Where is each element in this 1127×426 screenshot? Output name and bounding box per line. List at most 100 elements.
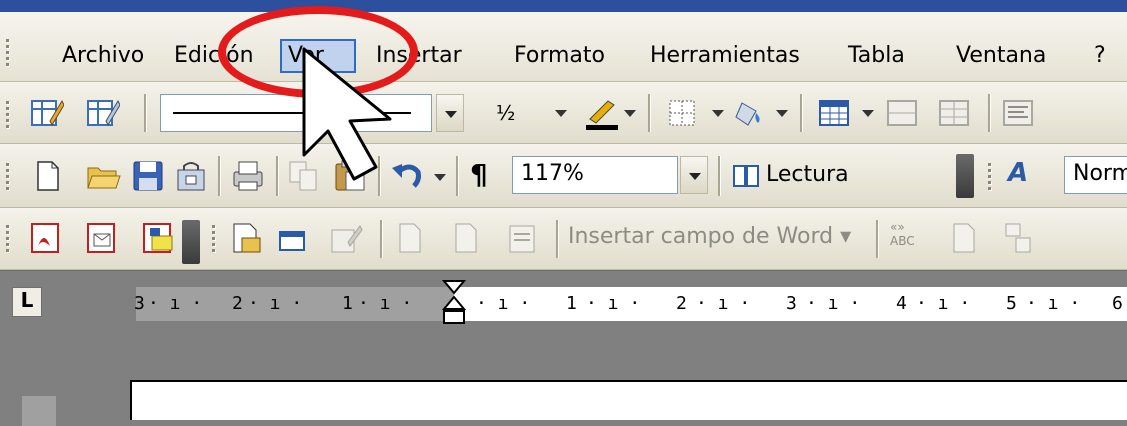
- separator: [456, 156, 458, 196]
- separator: [276, 156, 278, 196]
- insert-merge-fields-icon: [504, 220, 540, 256]
- menu-tabla[interactable]: Tabla: [842, 39, 911, 73]
- ruler-dots: · ı ·: [696, 293, 751, 314]
- ruler-dots: · ı ·: [806, 293, 861, 314]
- convert-to-pdf-icon[interactable]: [28, 220, 64, 256]
- insert-table-dropdown[interactable]: [860, 110, 874, 118]
- ruler-tick: 2: [232, 293, 243, 314]
- insert-address-block-icon: [392, 220, 428, 256]
- menu-formato[interactable]: Formato: [508, 39, 611, 73]
- menu-herramientas[interactable]: Herramientas: [644, 39, 806, 73]
- mouse-pointer-icon: [302, 47, 392, 181]
- view-merged-data-icon: «» ABC: [890, 220, 915, 248]
- ruler-tick: 2: [676, 293, 687, 314]
- permission-icon[interactable]: [174, 158, 210, 194]
- toolbar-grip[interactable]: [986, 160, 994, 193]
- zoom-select[interactable]: 117%: [512, 156, 678, 194]
- print-icon[interactable]: [230, 158, 266, 194]
- separator: [718, 156, 720, 196]
- standard-toolbar: ¶ 117% Lectura A Norm: [0, 144, 1127, 208]
- ruler-tick: 4: [896, 293, 907, 314]
- zoom-dropdown[interactable]: [680, 156, 708, 194]
- ruler-area: L 3 · ı · 2 · ı · 1 · ı · · ı · 1 · ı · …: [0, 270, 1127, 340]
- toolbar-grip[interactable]: [210, 222, 218, 255]
- horizontal-ruler[interactable]: 3 · ı · 2 · ı · 1 · ı · · ı · 1 · ı · 2 …: [134, 280, 1127, 324]
- toolbar-grip[interactable]: [4, 98, 12, 131]
- style-select[interactable]: Norm: [1064, 156, 1127, 194]
- menu-bar: Archivo Edición Ver Insertar Formato Her…: [0, 12, 1127, 82]
- toolbar-grip[interactable]: [4, 222, 12, 255]
- ruler-dots: · ı ·: [358, 293, 413, 314]
- document-area: [0, 340, 1127, 426]
- ruler-tick: 3: [786, 293, 797, 314]
- styles-pane-icon[interactable]: A: [1008, 158, 1028, 188]
- separator: [380, 220, 382, 258]
- draw-table-icon[interactable]: [28, 95, 65, 131]
- ruler-dots: · ı ·: [586, 293, 641, 314]
- ruler-tick: 1: [342, 293, 353, 314]
- separator: [218, 156, 220, 196]
- save-icon[interactable]: [130, 158, 166, 194]
- menu-archivo[interactable]: Archivo: [56, 39, 150, 73]
- toolbar-overflow-chevron[interactable]: [956, 154, 974, 198]
- open-data-source-icon[interactable]: [274, 220, 310, 256]
- title-bar-edge: [0, 0, 1127, 12]
- mail-merge-toolbar: Insertar campo de Word ▾ «» ABC: [0, 208, 1127, 270]
- match-fields-icon: [1000, 220, 1036, 256]
- ruler-dots: · ı ·: [916, 293, 971, 314]
- align-icon: [1000, 95, 1036, 131]
- undo-dropdown[interactable]: [432, 174, 446, 182]
- ruler-dots: · ı ·: [476, 293, 531, 314]
- line-weight-value[interactable]: ½: [496, 101, 515, 125]
- ruler-dots: · ı ·: [1026, 293, 1081, 314]
- borders-dropdown[interactable]: [710, 110, 724, 118]
- insert-table-icon[interactable]: [816, 95, 852, 131]
- show-formatting-icon[interactable]: ¶: [470, 158, 488, 191]
- separator: [556, 220, 558, 258]
- style-value: Norm: [1073, 161, 1127, 186]
- tab-stop-selector[interactable]: L: [12, 287, 42, 317]
- separator: [876, 220, 878, 258]
- new-document-icon[interactable]: [30, 158, 66, 194]
- merge-cells-icon: [884, 95, 920, 131]
- menu-ayuda[interactable]: ?: [1088, 39, 1112, 73]
- border-color-dropdown[interactable]: [622, 110, 636, 118]
- separator: [648, 94, 650, 132]
- menu-ventana[interactable]: Ventana: [950, 39, 1052, 73]
- borders-icon[interactable]: [664, 95, 700, 131]
- reading-layout-icon: [732, 160, 762, 196]
- eraser-table-icon[interactable]: [84, 95, 121, 131]
- shading-color-icon[interactable]: [732, 95, 768, 131]
- split-cells-icon: [936, 95, 972, 131]
- pdf-review-icon[interactable]: [140, 220, 176, 256]
- line-style-dropdown[interactable]: [436, 94, 464, 132]
- separator: [144, 94, 146, 132]
- ruler-tick: 1: [566, 293, 577, 314]
- toolbar-grip[interactable]: [4, 160, 12, 193]
- highlight-merge-fields-icon: [946, 220, 982, 256]
- ruler-dots: · ı ·: [248, 293, 303, 314]
- indent-marker-icon[interactable]: [442, 279, 466, 331]
- main-document-setup-icon[interactable]: [228, 220, 264, 256]
- ruler-dots: · ı ·: [148, 293, 203, 314]
- mail-merge-recipients-icon: [328, 220, 364, 256]
- separator: [988, 94, 990, 132]
- reading-layout-button[interactable]: Lectura: [766, 162, 849, 187]
- shading-dropdown[interactable]: [774, 110, 788, 118]
- line-weight-dropdown[interactable]: [553, 110, 567, 118]
- open-folder-icon[interactable]: [86, 158, 122, 194]
- border-color-icon[interactable]: [584, 95, 620, 131]
- insert-word-field-button: Insertar campo de Word ▾: [568, 224, 852, 249]
- toolbar-overflow-chevron[interactable]: [182, 220, 200, 264]
- vertical-ruler: [22, 396, 56, 426]
- ruler-tick: 6: [1112, 293, 1123, 314]
- drawing-toolbar: ½: [0, 82, 1127, 144]
- ruler-tick: 5: [1006, 293, 1017, 314]
- pdf-email-icon[interactable]: [84, 220, 120, 256]
- insert-greeting-line-icon: [448, 220, 484, 256]
- separator: [800, 94, 802, 132]
- zoom-value: 117%: [521, 161, 584, 186]
- ruler-tick: 3: [134, 293, 145, 314]
- document-page[interactable]: [130, 380, 1127, 420]
- menu-bar-grip[interactable]: [4, 36, 12, 69]
